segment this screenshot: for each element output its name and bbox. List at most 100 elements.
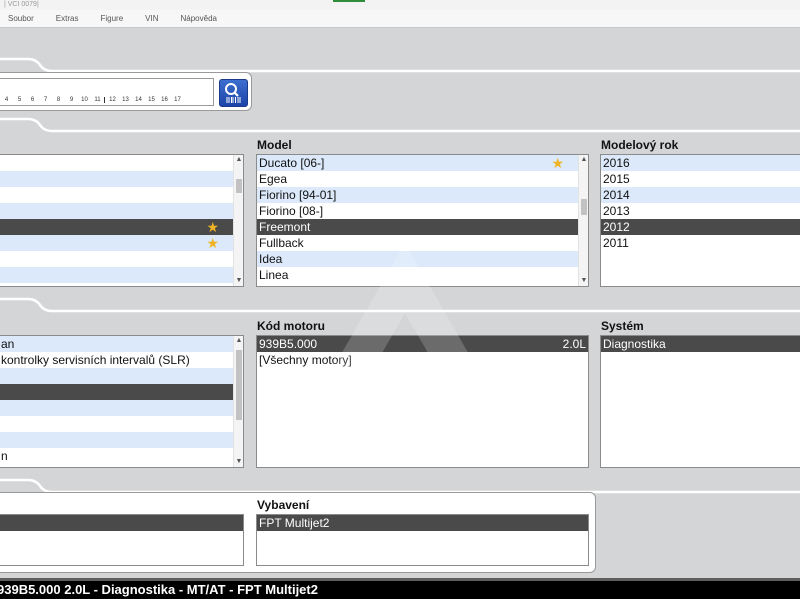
menu-item[interactable]: Figure bbox=[100, 14, 123, 23]
vin-ruler-tick: 10 bbox=[81, 97, 88, 103]
vertical-scrollbar[interactable]: ▲ ▼ bbox=[578, 155, 588, 286]
vertical-scrollbar[interactable]: ▲ ▼ bbox=[233, 155, 243, 286]
list-item[interactable]: 2012 bbox=[601, 219, 800, 235]
list-item[interactable]: Diagnostika bbox=[601, 336, 800, 352]
model-year-list[interactable]: 2016 2015 2014 2013 2012 2011 bbox=[600, 154, 800, 287]
list-item[interactable]: Freemont bbox=[257, 219, 578, 235]
vin-ruler-tick: 9 bbox=[69, 97, 74, 103]
scroll-up-icon[interactable]: ▲ bbox=[579, 155, 588, 165]
vin-ruler-tick: 13 bbox=[122, 97, 129, 103]
list-item[interactable] bbox=[0, 416, 233, 432]
list-item[interactable]: Fiorino [08-] bbox=[257, 203, 578, 219]
status-bar: 939B5.000 2.0L - Diagnostika - MT/AT - F… bbox=[0, 578, 800, 599]
list-item[interactable] bbox=[0, 400, 233, 416]
vin-ruler-tick: 11 bbox=[94, 97, 101, 103]
list-item-label: 2014 bbox=[603, 188, 630, 202]
list-item-label: Fiorino [08-] bbox=[259, 204, 324, 218]
list-item[interactable] bbox=[0, 515, 243, 531]
model-label: Model bbox=[257, 138, 292, 152]
list-item[interactable]: Idea bbox=[257, 251, 578, 267]
scroll-up-icon[interactable]: ▲ bbox=[234, 155, 243, 165]
list-item-label: Idea bbox=[259, 252, 283, 266]
scroll-thumb[interactable] bbox=[581, 199, 587, 215]
list-item[interactable]: kontrolky servisních intervalů (SLR) bbox=[0, 352, 233, 368]
favorite-star-icon[interactable]: ★ bbox=[206, 235, 219, 251]
list-item-label: Egea bbox=[259, 172, 288, 186]
scroll-down-icon[interactable]: ▼ bbox=[579, 276, 588, 286]
engine-code-list[interactable]: 939B5.000 2.0L [Všechny motory] bbox=[256, 335, 589, 468]
favorite-star-icon[interactable]: ★ bbox=[551, 155, 564, 171]
list-item[interactable]: ★ bbox=[0, 219, 233, 235]
vin-search-button[interactable] bbox=[219, 79, 248, 107]
barcode-search-icon bbox=[225, 83, 241, 103]
list-item-label: an bbox=[1, 337, 15, 351]
list-item[interactable] bbox=[0, 203, 233, 219]
list-item[interactable]: Ducato [06-] ★ bbox=[257, 155, 578, 171]
list-item-label: Linea bbox=[259, 268, 289, 282]
vin-ruler-tick: 6 bbox=[30, 97, 35, 103]
list-item[interactable]: Fiorino [94-01] bbox=[257, 187, 578, 203]
scroll-down-icon[interactable]: ▼ bbox=[234, 457, 243, 467]
window-titlebar: | VCI 0079| bbox=[0, 0, 800, 10]
vin-ruler-tick: 16 bbox=[161, 97, 168, 103]
list-item-label: 939B5.000 bbox=[259, 337, 318, 351]
list-item[interactable]: ★ bbox=[0, 235, 233, 251]
list-item[interactable]: [Všechny motory] bbox=[257, 352, 588, 368]
system-list[interactable]: Diagnostika bbox=[600, 335, 800, 468]
engine-code-label: Kód motoru bbox=[257, 319, 325, 333]
list-item-label: 2013 bbox=[603, 204, 630, 218]
vin-ruler-tick: 15 bbox=[148, 97, 155, 103]
engine-section-tab bbox=[0, 297, 800, 313]
list-item[interactable]: 939B5.000 2.0L bbox=[257, 336, 588, 352]
scroll-down-icon[interactable]: ▼ bbox=[234, 276, 243, 286]
list-item[interactable]: 2013 bbox=[601, 203, 800, 219]
favorite-star-icon[interactable]: ★ bbox=[206, 219, 219, 235]
list-item[interactable] bbox=[0, 432, 233, 448]
list-item[interactable] bbox=[0, 251, 233, 267]
brand-list[interactable]: ★ ★ ▲ ▼ bbox=[0, 154, 244, 287]
vertical-scrollbar[interactable]: ▲ ▼ bbox=[233, 336, 243, 467]
list-item-label: [Všechny motory] bbox=[259, 353, 352, 367]
main-stage: 4 5 6 7 8 9 10 11 12 13 14 15 16 17 Model Modelový ro… bbox=[0, 28, 800, 578]
list-item-label: kontrolky servisních intervalů (SLR) bbox=[1, 353, 190, 367]
list-item[interactable] bbox=[0, 155, 233, 171]
list-item[interactable]: Fullback bbox=[257, 235, 578, 251]
equipment-list[interactable]: FPT Multijet2 bbox=[256, 514, 589, 566]
list-item[interactable]: 2011 bbox=[601, 235, 800, 251]
scroll-thumb[interactable] bbox=[236, 179, 242, 193]
list-item[interactable]: FPT Multijet2 bbox=[257, 515, 588, 531]
list-item[interactable]: 2014 bbox=[601, 187, 800, 203]
list-item[interactable] bbox=[0, 368, 233, 384]
list-item[interactable]: an bbox=[0, 336, 233, 352]
list-item[interactable] bbox=[0, 267, 233, 283]
menu-item[interactable]: Soubor bbox=[8, 14, 34, 23]
list-item-value: 2.0L bbox=[562, 337, 586, 351]
status-bar-text: 939B5.000 2.0L - Diagnostika - MT/AT - F… bbox=[0, 582, 318, 597]
list-item-label: Fiorino [94-01] bbox=[259, 188, 337, 202]
menu-item[interactable]: Nápověda bbox=[181, 14, 217, 23]
vin-input[interactable]: 4 5 6 7 8 9 10 11 12 13 14 15 16 17 bbox=[0, 78, 214, 106]
list-item[interactable] bbox=[0, 187, 233, 203]
list-item[interactable] bbox=[0, 384, 233, 400]
vin-ruler-tick: 12 bbox=[109, 97, 116, 103]
left-equipment-list[interactable] bbox=[0, 514, 244, 566]
model-list[interactable]: Ducato [06-] ★ Egea Fiorino [94-01] Fiorino … bbox=[256, 154, 589, 287]
list-item-label: 2012 bbox=[603, 220, 630, 234]
menu-item[interactable]: VIN bbox=[145, 14, 158, 23]
list-item-label: FPT Multijet2 bbox=[259, 516, 330, 530]
list-item-label: n bbox=[1, 449, 8, 463]
scroll-up-icon[interactable]: ▲ bbox=[234, 336, 243, 346]
function-list[interactable]: an kontrolky servisních intervalů (SLR) n ▲… bbox=[0, 335, 244, 468]
list-item[interactable]: 2015 bbox=[601, 171, 800, 187]
list-item[interactable]: Linea bbox=[257, 267, 578, 283]
list-item[interactable]: 2016 bbox=[601, 155, 800, 171]
scroll-thumb[interactable] bbox=[236, 350, 242, 420]
vin-ruler-tick: 17 bbox=[174, 97, 181, 103]
list-item[interactable]: Egea bbox=[257, 171, 578, 187]
list-item[interactable]: n bbox=[0, 448, 233, 464]
model-year-label: Modelový rok bbox=[601, 138, 679, 152]
vin-ruler-tick: 4 bbox=[4, 97, 9, 103]
window-title: | VCI 0079| bbox=[4, 1, 39, 8]
list-item[interactable] bbox=[0, 171, 233, 187]
menu-item[interactable]: Extras bbox=[56, 14, 79, 23]
